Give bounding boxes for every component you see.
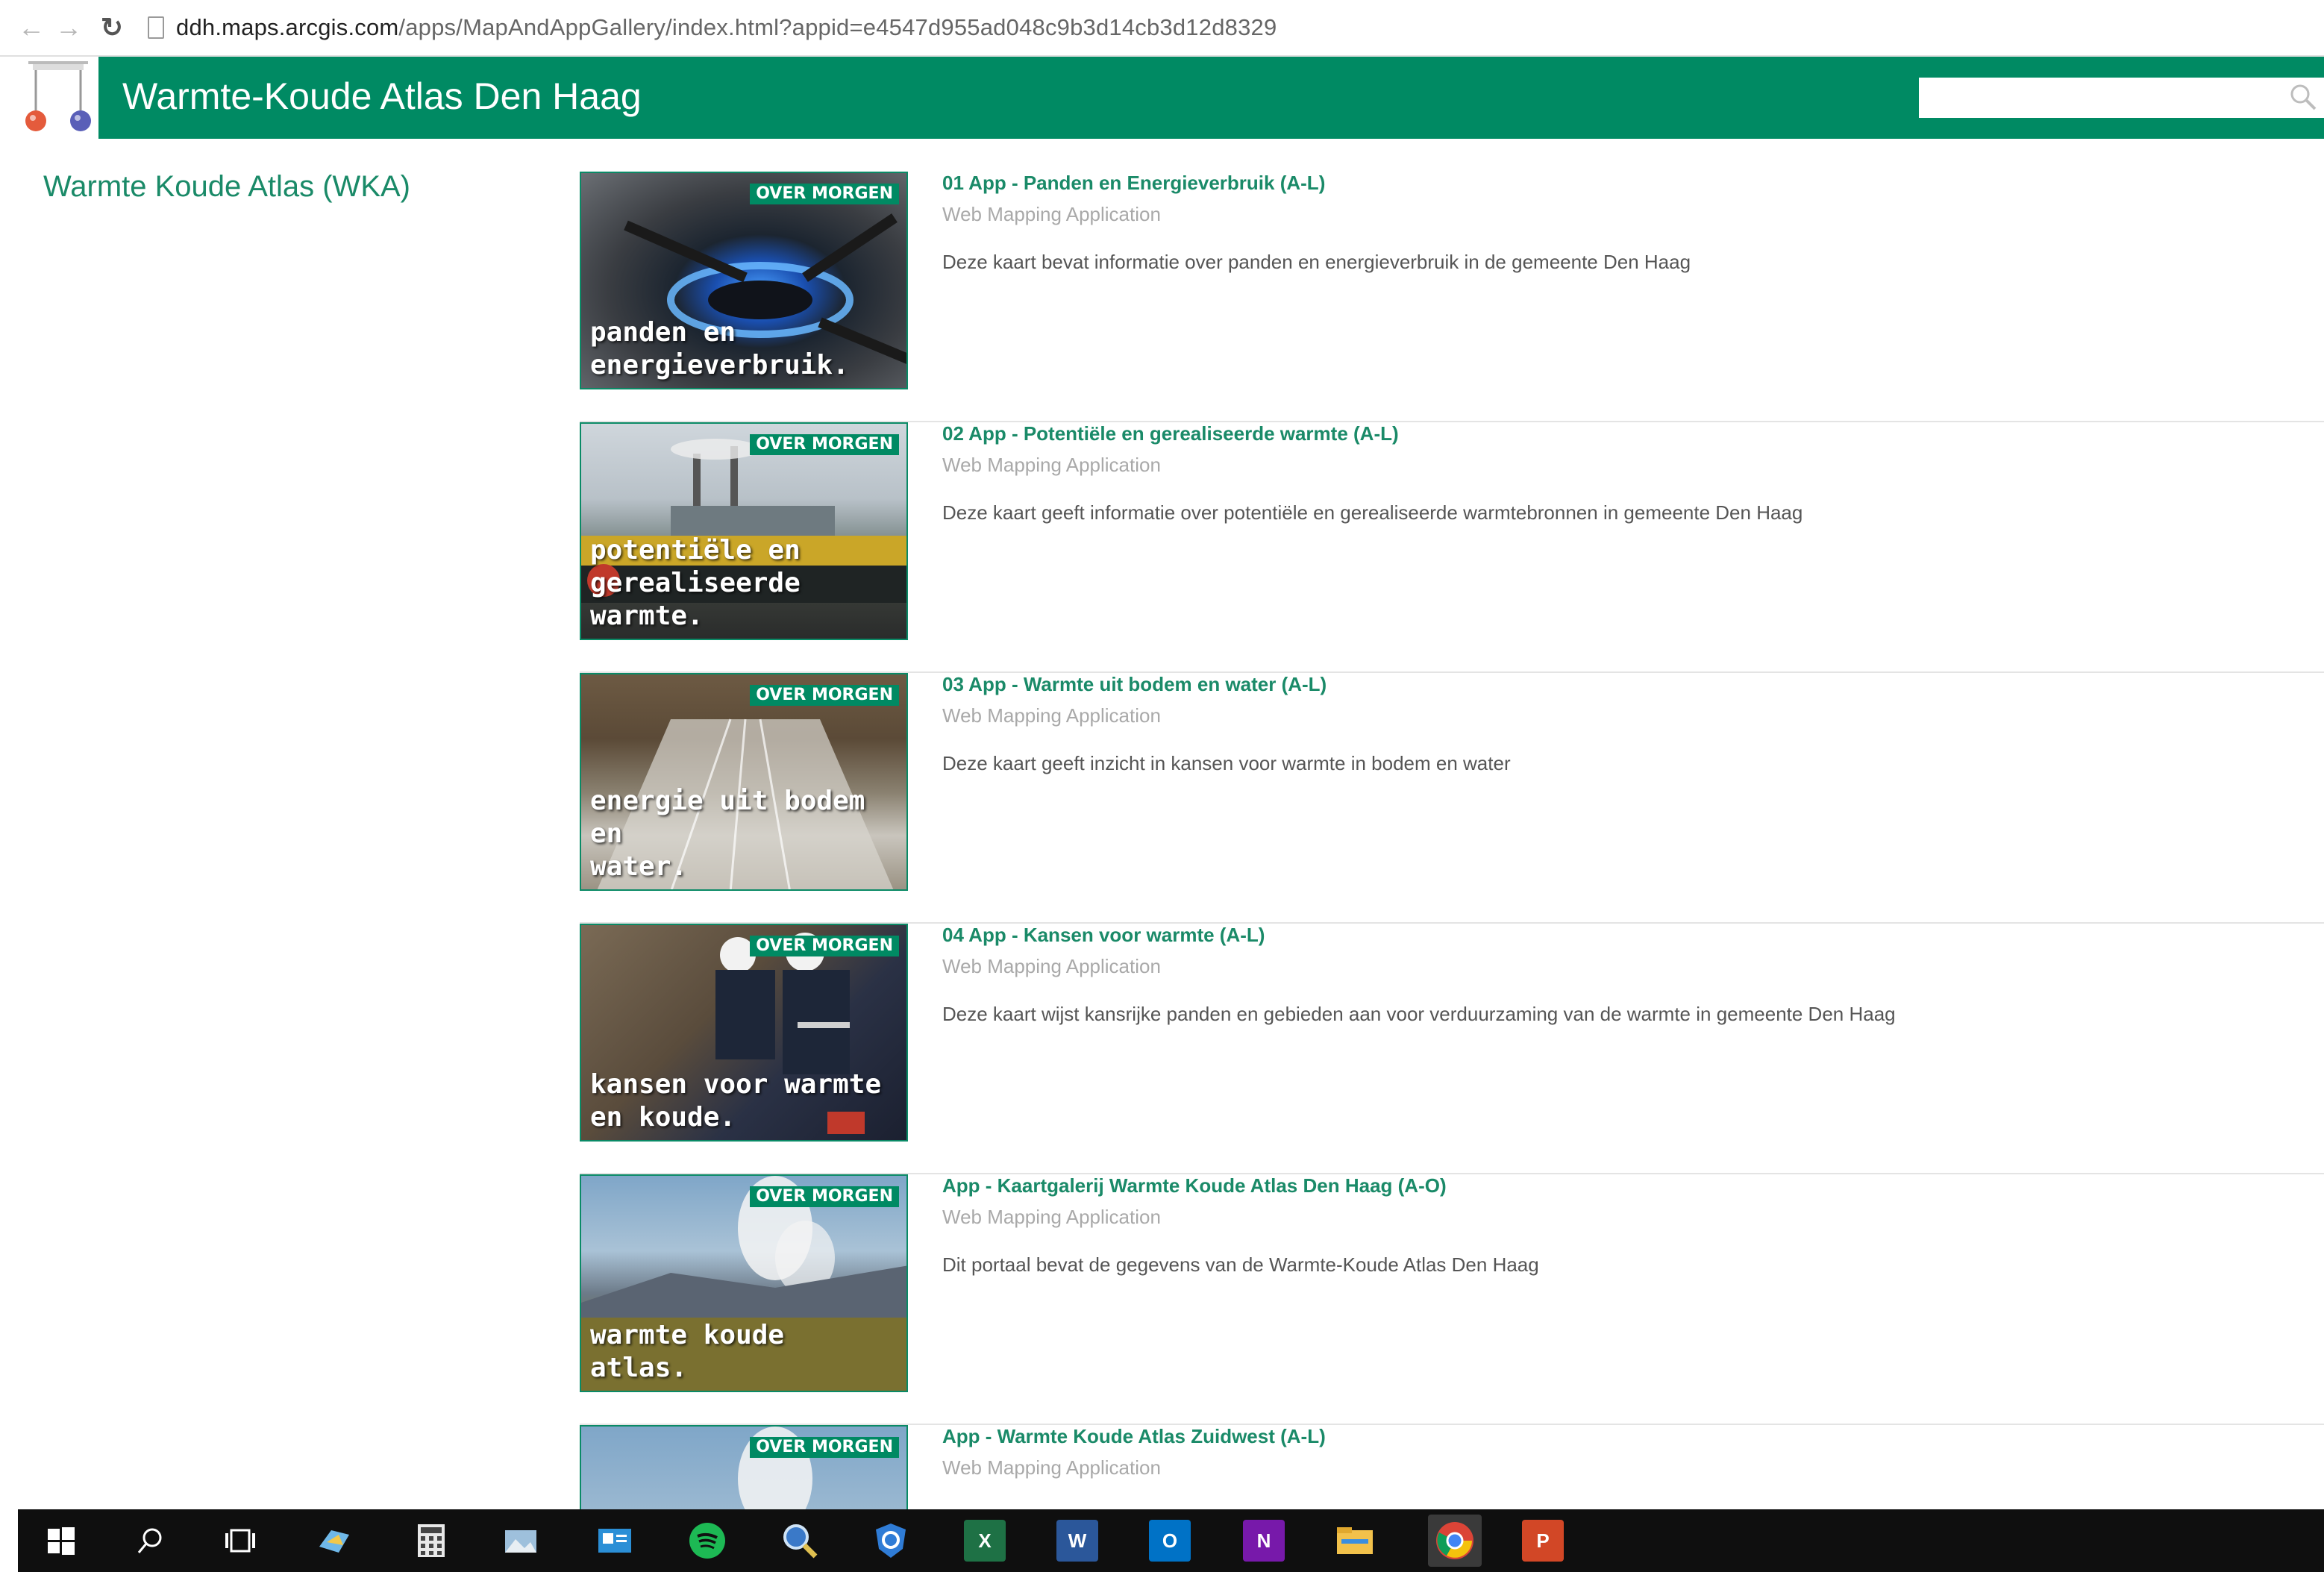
caption-line: en koude.: [590, 1102, 736, 1133]
logo: [18, 57, 98, 139]
caption-line: energie uit bodem en: [590, 786, 865, 849]
address-bar[interactable]: ddh.maps.arcgis.com/apps/MapAndAppGaller…: [176, 14, 1277, 41]
app-title-link[interactable]: 04 App - Kansen voor warmte (A-L): [942, 924, 1265, 947]
thumbnail-badge: OVER MORGEN: [750, 1186, 899, 1207]
app-thumbnail[interactable]: OVER MORGEN potentiële en gerealiseerde …: [580, 422, 908, 640]
app-description: Deze kaart geeft inzicht in kansen voor …: [942, 752, 1511, 774]
app-thumbnail[interactable]: OVER MORGEN warmte koude atlas.: [580, 1174, 908, 1392]
onenote-icon[interactable]: N: [1243, 1520, 1285, 1562]
caption-line: atlas.: [590, 1353, 688, 1383]
thumbnail-caption: energie uit bodem en water.: [590, 785, 906, 883]
thumbnail-caption: warmte koude atlas.: [590, 1319, 784, 1385]
caption-line: kansen voor warmte: [590, 1069, 882, 1100]
forward-icon[interactable]: →: [52, 12, 85, 43]
app-description: Deze kaart geeft informatie over potenti…: [942, 501, 1803, 524]
app-type-label: Web Mapping Application: [942, 1456, 1161, 1479]
thumbnail-caption: kansen voor warmte en koude.: [590, 1068, 881, 1134]
task-view-icon[interactable]: [219, 1520, 261, 1562]
shield-icon[interactable]: [870, 1520, 912, 1562]
file-explorer-icon[interactable]: [1334, 1520, 1376, 1562]
outlook-card-icon[interactable]: [594, 1520, 636, 1562]
word-label: W: [1068, 1529, 1087, 1552]
browser-toolbar: ← → ↻ ddh.maps.arcgis.com/apps/MapAndApp…: [0, 0, 2324, 57]
app-title-link[interactable]: 02 App - Potentiële en gerealiseerde war…: [942, 422, 1399, 445]
maps-icon[interactable]: [313, 1520, 355, 1562]
excel-label: X: [978, 1529, 992, 1552]
search-icon[interactable]: [130, 1520, 172, 1562]
app-title-link[interactable]: App - Warmte Koude Atlas Zuidwest (A-L): [942, 1425, 1326, 1448]
powerpoint-label: P: [1536, 1529, 1550, 1552]
app-type-label: Web Mapping Application: [942, 1206, 1161, 1228]
caption-line: water.: [590, 851, 688, 882]
powerpoint-icon[interactable]: P: [1522, 1520, 1564, 1562]
app-type-label: Web Mapping Application: [942, 955, 1161, 977]
caption-line: warmte koude: [590, 1320, 785, 1350]
app-list-item: OVER MORGEN potentiële en gerealiseerde …: [580, 422, 2324, 673]
caption-line: panden en: [590, 317, 736, 348]
app-thumbnail[interactable]: OVER MORGEN kansen voor warmte en koude.: [580, 924, 908, 1142]
thumbnail-caption: panden en energieverbruik.: [590, 316, 849, 382]
magnifier-icon[interactable]: [779, 1520, 821, 1562]
thumbnail-badge: OVER MORGEN: [750, 184, 899, 204]
search-input[interactable]: [1919, 78, 2324, 118]
chrome-icon[interactable]: [1428, 1515, 1482, 1567]
photos-icon[interactable]: [500, 1520, 542, 1562]
caption-line: energieverbruik.: [590, 350, 849, 381]
outlook-label: O: [1162, 1529, 1178, 1552]
thumbnail-badge: OVER MORGEN: [750, 1437, 899, 1458]
thumbnail-badge: OVER MORGEN: [750, 685, 899, 706]
app-thumbnail[interactable]: OVER MORGEN: [580, 1425, 908, 1509]
app-title-link[interactable]: App - Kaartgalerij Warmte Koude Atlas De…: [942, 1174, 1447, 1197]
url-path: /apps/MapAndAppGallery/index.html?appid=…: [398, 14, 1277, 40]
app-description: Dit portaal bevat de gegevens van de War…: [942, 1253, 1539, 1276]
app-type-label: Web Mapping Application: [942, 454, 1161, 476]
thumbnail-badge: OVER MORGEN: [750, 936, 899, 956]
app-type-label: Web Mapping Application: [942, 203, 1161, 225]
onenote-label: N: [1256, 1529, 1271, 1552]
page-icon: [148, 16, 164, 39]
app-list-item: OVER MORGEN energie uit bodem en water. …: [580, 673, 2324, 924]
app-header: Warmte-Koude Atlas Den Haag: [18, 57, 2324, 139]
thermometer-logo-icon: [25, 61, 91, 131]
windows-taskbar: X W O N P: [18, 1509, 2324, 1572]
app-list-item: OVER MORGEN panden en energieverbruik. 0…: [580, 172, 2324, 422]
app-type-label: Web Mapping Application: [942, 704, 1161, 727]
caption-line: gerealiseerde warmte.: [590, 568, 801, 631]
thumbnail-caption: potentiële en gerealiseerde warmte.: [590, 534, 906, 633]
start-icon[interactable]: [40, 1520, 82, 1562]
url-host: ddh.maps.arcgis.com: [176, 14, 399, 40]
app-description: Deze kaart bevat informatie over panden …: [942, 251, 1691, 273]
app-title-link[interactable]: 01 App - Panden en Energieverbruik (A-L): [942, 172, 1325, 195]
back-icon[interactable]: ←: [15, 12, 48, 43]
caption-line: potentiële en: [590, 535, 801, 566]
app-title: Warmte-Koude Atlas Den Haag: [122, 75, 642, 117]
reload-icon[interactable]: ↻: [95, 12, 128, 43]
app-list-item: OVER MORGEN kansen voor warmte en koude.…: [580, 924, 2324, 1174]
word-icon[interactable]: W: [1056, 1520, 1098, 1562]
calculator-icon[interactable]: [410, 1520, 452, 1562]
app-title-link[interactable]: 03 App - Warmte uit bodem en water (A-L): [942, 673, 1327, 696]
sidebar-group-title[interactable]: Warmte Koude Atlas (WKA): [43, 170, 410, 204]
app-description: Deze kaart wijst kansrijke panden en geb…: [942, 1003, 1896, 1025]
excel-icon[interactable]: X: [964, 1520, 1006, 1562]
app-list-item: OVER MORGEN warmte koude atlas. App - Ka…: [580, 1174, 2324, 1425]
app-thumbnail[interactable]: OVER MORGEN energie uit bodem en water.: [580, 673, 908, 891]
app-list-item: OVER MORGEN App - Warmte Koude Atlas Zui…: [580, 1425, 2324, 1509]
thumbnail-badge: OVER MORGEN: [750, 434, 899, 455]
app-thumbnail[interactable]: OVER MORGEN panden en energieverbruik.: [580, 172, 908, 389]
search-icon[interactable]: [2288, 82, 2318, 112]
outlook-icon[interactable]: O: [1149, 1520, 1191, 1562]
spotify-icon[interactable]: [686, 1520, 728, 1562]
